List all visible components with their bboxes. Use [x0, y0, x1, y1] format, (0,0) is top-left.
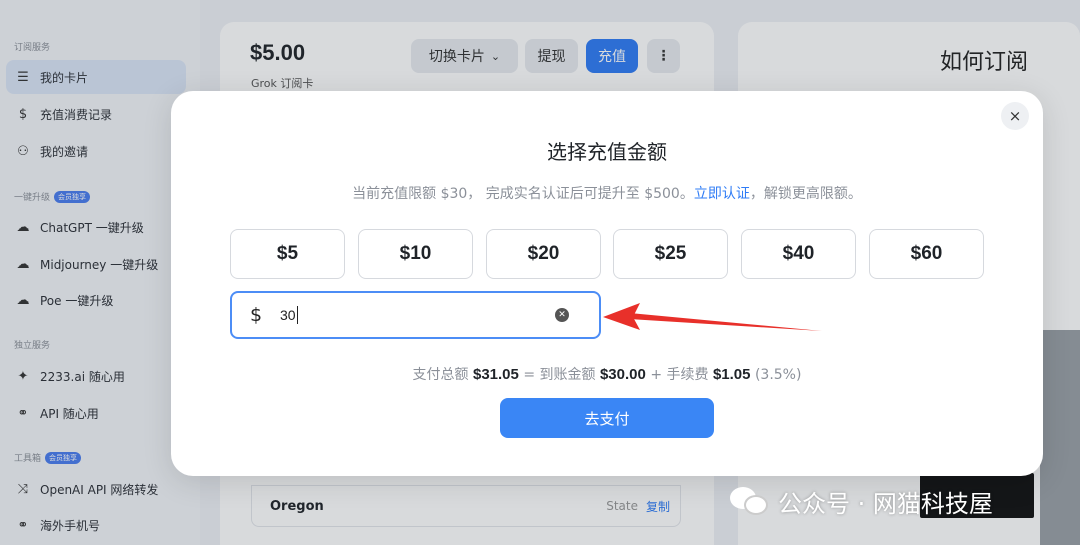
recharge-modal: × 选择充值金额 当前充值限额 $30， 完成实名认证后可提升至 $500。立即…: [171, 91, 1043, 476]
verify-link[interactable]: 立即认证: [694, 186, 750, 202]
total-amount: $31.05: [472, 366, 519, 383]
preset-amount-button[interactable]: $40: [741, 229, 856, 279]
text-caret: [296, 306, 298, 324]
limit-note-suffix: ，解锁更高限额。: [749, 186, 862, 202]
fee-amount: $1.05: [712, 366, 751, 383]
watermark-text: 公众号 · 网猫科技屋: [778, 490, 993, 518]
fee-label: 手续费: [666, 367, 709, 383]
payment-summary: 支付总额 $31.05 = 到账金额 $30.00 + 手续费 $1.05 (3…: [171, 364, 1043, 384]
fee-rate: (3.5%): [754, 367, 802, 383]
limit-note-text: 当前充值限额 $30， 完成实名认证后可提升至 $500。: [352, 186, 694, 202]
preset-amount-button[interactable]: $25: [613, 229, 728, 279]
close-icon[interactable]: ×: [1001, 102, 1029, 130]
modal-title: 选择充值金额: [547, 140, 667, 164]
wechat-icon: [730, 485, 770, 519]
arrive-amount: $30.00: [599, 366, 646, 383]
clear-icon[interactable]: ✕: [555, 308, 569, 322]
limit-note: 当前充值限额 $30， 完成实名认证后可提升至 $500。立即认证，解锁更高限额…: [171, 183, 1043, 203]
watermark: 公众号 · 网猫科技屋: [730, 484, 993, 519]
amount-value[interactable]: 30: [280, 307, 296, 323]
currency-symbol: $: [250, 304, 263, 326]
equals-sign: =: [523, 367, 536, 383]
preset-amount-button[interactable]: $10: [358, 229, 473, 279]
plus-sign: +: [650, 367, 663, 383]
arrive-label: 到账金额: [539, 367, 596, 383]
preset-amount-button[interactable]: $60: [869, 229, 984, 279]
preset-amount-button[interactable]: $20: [486, 229, 601, 279]
preset-amount-button[interactable]: $5: [230, 229, 345, 279]
total-label: 支付总额: [412, 367, 469, 383]
custom-amount-input[interactable]: $ 30 ✕: [230, 291, 601, 339]
pay-button[interactable]: 去支付: [500, 398, 714, 438]
